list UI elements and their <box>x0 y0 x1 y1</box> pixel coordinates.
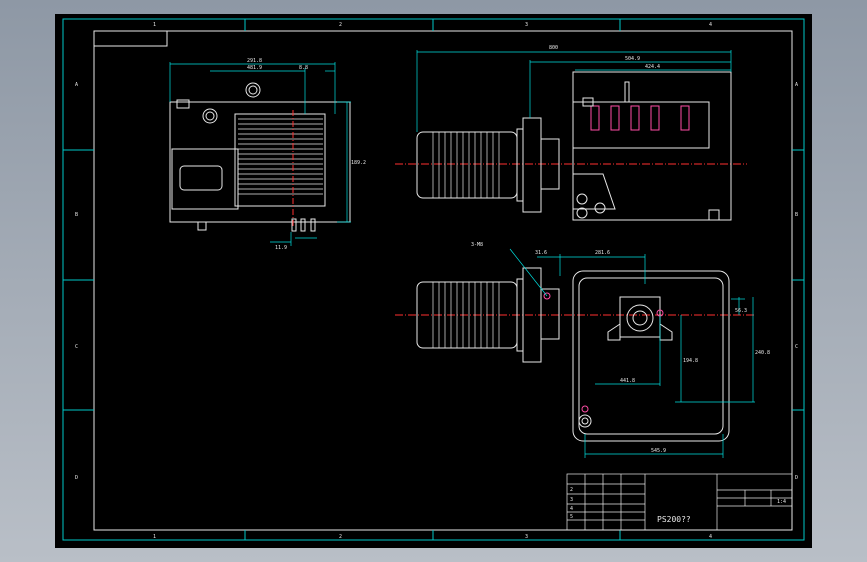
technical-drawing: 1 2 3 4 1 2 3 4 A B C D A B C D 291.8 48… <box>62 18 805 541</box>
zone-left-d: D <box>75 475 78 481</box>
dim-front-d2: 8.8 <box>299 65 308 71</box>
plan-dimensions <box>509 248 755 458</box>
dim-front-width: 291.8 <box>247 58 262 64</box>
dim-plan-h2: 240.8 <box>755 350 770 356</box>
zone-right-c: C <box>795 344 798 350</box>
zone-top-1: 1 <box>153 22 156 28</box>
dim-plan-inner: 441.8 <box>620 378 635 384</box>
outer-frame <box>62 18 805 541</box>
dim-front-height: 189.2 <box>351 160 366 166</box>
zone-top-2: 2 <box>339 22 342 28</box>
side-view[interactable] <box>395 71 747 221</box>
zone-right-a: A <box>795 82 798 88</box>
plan-view[interactable] <box>395 267 755 442</box>
zone-top-3: 3 <box>525 22 528 28</box>
note-plan-holes: 3-M8 <box>471 242 483 248</box>
tb-scale: 1:4 <box>777 499 786 505</box>
zone-left-b: B <box>75 212 78 218</box>
dim-plan-d1: 31.6 <box>535 250 547 256</box>
zone-right-d: D <box>795 475 798 481</box>
drawing-title: PS200?? <box>657 515 691 524</box>
zone-bottom-3: 3 <box>525 534 528 540</box>
zone-top-4: 4 <box>709 22 712 28</box>
side-dimensions <box>416 50 732 132</box>
drawing-sheet[interactable]: 1 2 3 4 1 2 3 4 A B C D A B C D 291.8 48… <box>55 14 812 548</box>
tb-row-2: 2 <box>570 487 573 493</box>
tb-row-5: 5 <box>570 514 573 520</box>
corner-box <box>93 30 168 47</box>
front-view[interactable] <box>169 82 351 232</box>
zone-bottom-2: 2 <box>339 534 342 540</box>
dim-plan-right: 56.3 <box>735 308 747 314</box>
dim-plan-d2: 281.6 <box>595 250 610 256</box>
zone-left-a: A <box>75 82 78 88</box>
dim-plan-h1: 194.8 <box>683 358 698 364</box>
dim-front-d1: 481.9 <box>247 65 262 71</box>
zone-left-c: C <box>75 344 78 350</box>
dim-side-d1: 504.9 <box>625 56 640 62</box>
tb-row-3: 3 <box>570 497 573 503</box>
zone-ticks <box>63 19 804 540</box>
zone-bottom-4: 4 <box>709 534 712 540</box>
dim-front-bottom: 11.9 <box>275 245 287 251</box>
zone-bottom-1: 1 <box>153 534 156 540</box>
dim-side-d2: 424.4 <box>645 64 660 70</box>
dim-plan-bottom: 545.9 <box>651 448 666 454</box>
dim-side-overall: 800 <box>549 45 558 51</box>
cad-viewport[interactable]: 1 2 3 4 1 2 3 4 A B C D A B C D 291.8 48… <box>0 0 867 562</box>
tb-row-4: 4 <box>570 506 573 512</box>
zone-right-b: B <box>795 212 798 218</box>
